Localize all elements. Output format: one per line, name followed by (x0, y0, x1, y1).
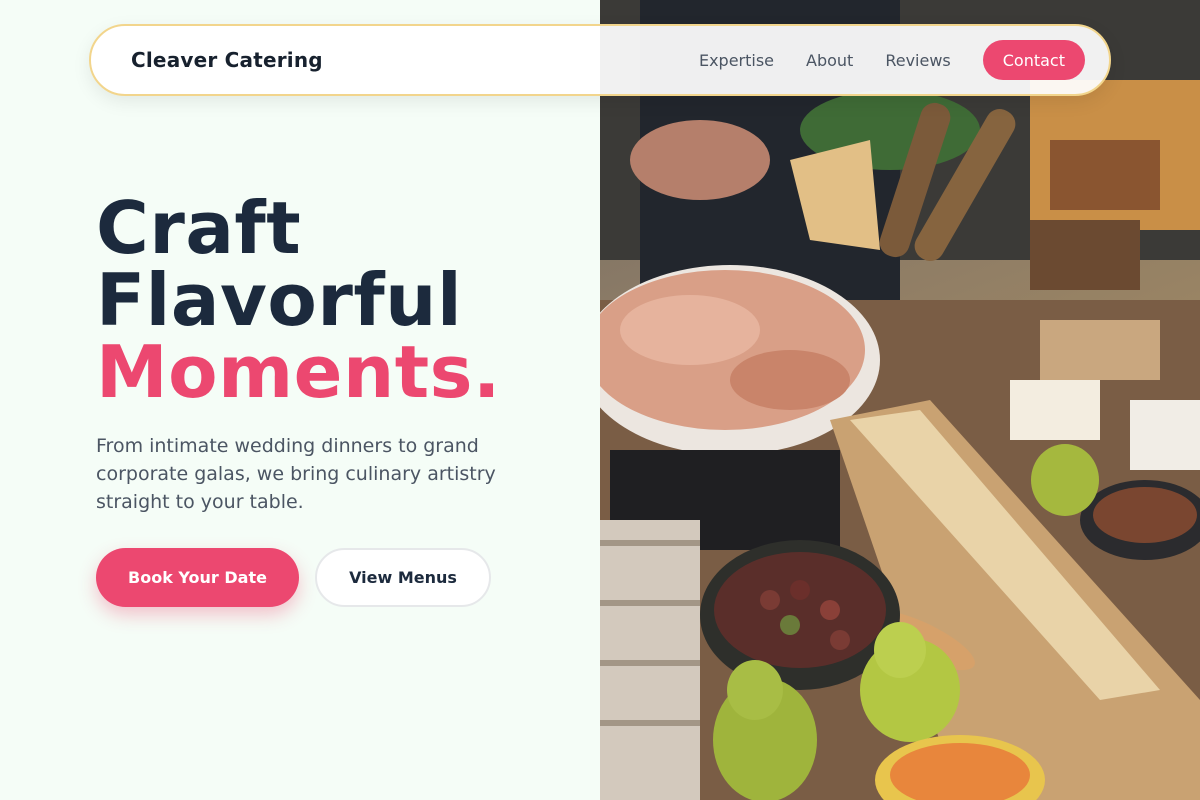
hero-title-line-1: Craft (96, 186, 302, 270)
book-your-date-button[interactable]: Book Your Date (96, 548, 299, 607)
nav-links: Expertise About Reviews Contact (699, 40, 1085, 80)
contact-button[interactable]: Contact (982, 40, 1085, 80)
hero-title-line-2: Flavorful (96, 258, 463, 342)
nav-link-about[interactable]: About (806, 51, 853, 70)
top-navigation: Cleaver Catering Expertise About Reviews… (89, 24, 1111, 96)
view-menus-button[interactable]: View Menus (315, 548, 491, 607)
nav-link-expertise[interactable]: Expertise (699, 51, 774, 70)
hero-title-line-3: Moments. (96, 330, 501, 414)
hero-subtitle: From intimate wedding dinners to grand c… (96, 435, 496, 513)
brand-logo[interactable]: Cleaver Catering (131, 48, 323, 72)
nav-link-reviews[interactable]: Reviews (885, 51, 950, 70)
grazing-table-illustration (600, 0, 1200, 800)
hero-title: Craft Flavorful Moments. (96, 192, 501, 408)
hero-photo (600, 0, 1200, 800)
